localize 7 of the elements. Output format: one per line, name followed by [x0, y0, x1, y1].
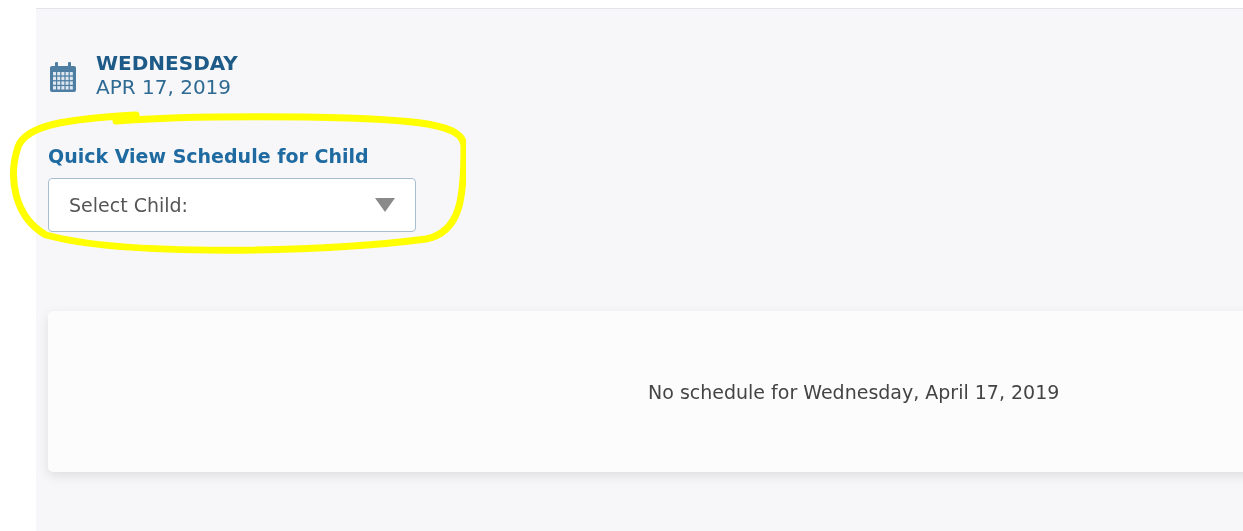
weekday-label: WEDNESDAY — [96, 51, 238, 75]
child-select[interactable]: Select Child: — [48, 178, 416, 232]
caret-icon — [375, 198, 395, 212]
empty-message: No schedule for Wednesday, April 17, 2019 — [648, 380, 1060, 403]
field-label: Quick View Schedule for Child — [48, 144, 369, 169]
calendar-icon — [50, 62, 76, 92]
date-label: APR 17, 2019 — [96, 75, 233, 99]
